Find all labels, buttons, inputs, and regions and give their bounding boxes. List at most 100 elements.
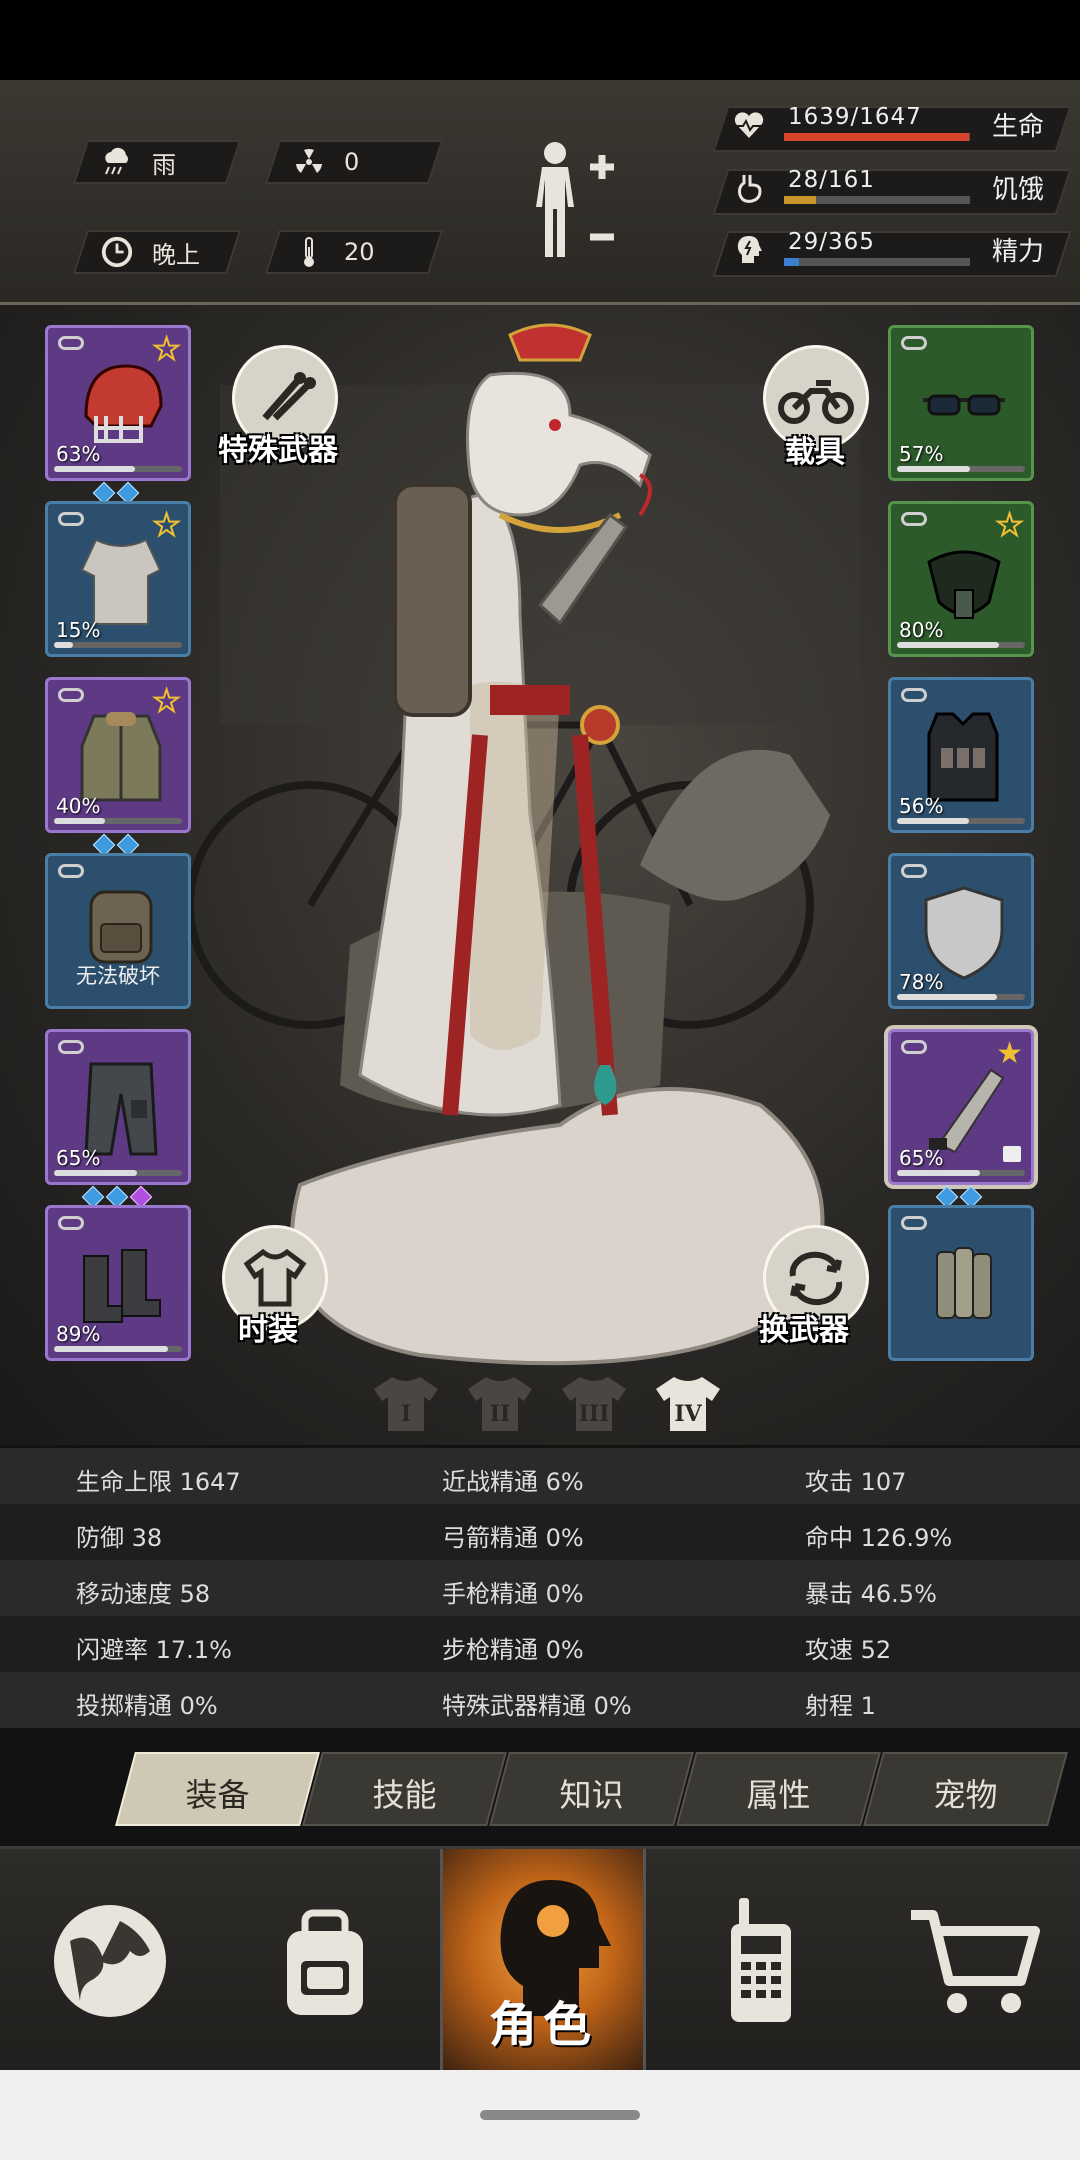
outfit-label: 时装 bbox=[238, 1313, 298, 1348]
special-weapon-label: 特殊武器 bbox=[218, 433, 338, 468]
temperature-value: 20 bbox=[344, 238, 375, 266]
shirt-icon bbox=[76, 532, 166, 628]
vest-icon bbox=[919, 708, 1009, 804]
nav-character[interactable]: 角色 bbox=[440, 1849, 646, 2073]
character-scene: ★ 63% ★ 15% ★ 40% 无法破坏 65% 89% 57% ★ 80% 56% 78% ★ 65%… bbox=[0, 305, 1080, 1445]
energy-value: 29/365 bbox=[788, 229, 875, 255]
thermometer-icon bbox=[292, 235, 326, 269]
special-weapon-button[interactable]: 特殊武器 bbox=[218, 345, 338, 468]
outfit-tab-III[interactable]: III bbox=[558, 1373, 630, 1435]
stats-row: 移动速度 58 手枪精通 0% 暴击 46.5% bbox=[0, 1560, 1080, 1616]
stat-cell: 生命上限 1647 bbox=[76, 1468, 241, 1496]
stat-cell: 防御 38 bbox=[76, 1524, 163, 1552]
stats-row: 防御 38 弓箭精通 0% 命中 126.9% bbox=[0, 1504, 1080, 1560]
radiation-icon bbox=[292, 145, 326, 179]
weather-label: 雨 bbox=[152, 150, 176, 179]
goggles-icon bbox=[919, 356, 1009, 452]
indestructible-label: 无法破坏 bbox=[76, 964, 160, 988]
stat-cell: 弓箭精通 0% bbox=[442, 1524, 584, 1552]
equip-slot-helmet[interactable]: ★ 63% bbox=[45, 325, 191, 481]
radiation-value: 0 bbox=[344, 148, 360, 176]
subtab-label: 装备 bbox=[185, 1776, 250, 1814]
hunger-label: 饥饿 bbox=[992, 175, 1045, 205]
equip-slot-boots[interactable]: 89% bbox=[45, 1205, 191, 1361]
energy-bar bbox=[784, 258, 799, 266]
lock-icon bbox=[1003, 1146, 1021, 1162]
nav-shop[interactable] bbox=[875, 1849, 1075, 2073]
durability-text: 63% bbox=[56, 442, 101, 466]
durability-text: 65% bbox=[899, 1146, 944, 1170]
equip-slot-jacket[interactable]: ★ 40% bbox=[45, 677, 191, 833]
energy-stat: 29/365 精力 bbox=[712, 225, 1072, 277]
vehicle-button[interactable]: 载具 bbox=[763, 345, 869, 470]
swap-weapon-button[interactable]: 换武器 bbox=[759, 1225, 869, 1348]
durability-text: 78% bbox=[899, 970, 944, 994]
equip-slot-vest[interactable]: 56% bbox=[888, 677, 1034, 833]
equip-slot-backpack[interactable]: 无法破坏 bbox=[45, 853, 191, 1009]
subtab-3[interactable]: 属性 bbox=[676, 1752, 881, 1826]
equip-slot-shield[interactable]: 78% bbox=[888, 853, 1034, 1009]
health-stat: 1639/1647 生命 bbox=[712, 100, 1072, 152]
character-subtabs: 装备 技能 知识 属性 宠物 bbox=[110, 1752, 1070, 1826]
health-label: 生命 bbox=[992, 112, 1045, 142]
link-icon bbox=[58, 1216, 84, 1230]
equip-slot-machete[interactable]: ★ 65% bbox=[884, 1025, 1038, 1189]
link-icon bbox=[901, 1216, 927, 1230]
subtab-label: 宠物 bbox=[933, 1776, 998, 1814]
link-icon bbox=[58, 864, 84, 878]
link-icon bbox=[901, 688, 927, 702]
stat-cell: 攻击 107 bbox=[805, 1468, 907, 1496]
nav-character-label: 角色 bbox=[488, 1997, 597, 2053]
equip-slot-pants[interactable]: 65% bbox=[45, 1029, 191, 1185]
durability-bar bbox=[897, 818, 1025, 824]
link-icon bbox=[901, 336, 927, 350]
rain-cloud-icon bbox=[100, 145, 134, 179]
heart-icon bbox=[734, 112, 764, 138]
nav-world-map[interactable] bbox=[10, 1849, 210, 2073]
stat-cell: 命中 126.9% bbox=[805, 1524, 953, 1552]
equip-slot-shirt[interactable]: ★ 15% bbox=[45, 501, 191, 657]
outfit-tab-II[interactable]: II bbox=[464, 1373, 536, 1435]
durability-bar bbox=[54, 1170, 182, 1176]
jacket-icon bbox=[76, 708, 166, 804]
link-icon bbox=[901, 864, 927, 878]
equip-slot-gas-mask[interactable]: ★ 80% bbox=[888, 501, 1034, 657]
subtab-1[interactable]: 技能 bbox=[302, 1752, 507, 1826]
durability-text: 56% bbox=[899, 794, 944, 818]
nav-inventory[interactable] bbox=[225, 1849, 425, 2073]
energy-head-icon bbox=[737, 236, 762, 263]
system-status-bar bbox=[0, 0, 1080, 80]
link-icon bbox=[58, 1040, 84, 1054]
stats-row: 生命上限 1647 近战精通 6% 攻击 107 bbox=[0, 1448, 1080, 1504]
swap-weapon-label: 换武器 bbox=[759, 1313, 849, 1348]
body-status-button[interactable] bbox=[520, 135, 630, 275]
bottom-navigation: 角色 bbox=[0, 1846, 1080, 2073]
subtab-2[interactable]: 知识 bbox=[489, 1752, 694, 1826]
equip-slot-goggles[interactable]: 57% bbox=[888, 325, 1034, 481]
outfit-button[interactable]: 时装 bbox=[222, 1225, 328, 1348]
time-indicator: 晚上 bbox=[72, 230, 242, 274]
outfit-tab-I[interactable]: I bbox=[370, 1373, 442, 1435]
outfit-tab-IV[interactable]: IV bbox=[652, 1373, 724, 1435]
subtab-0[interactable]: 装备 bbox=[115, 1752, 320, 1826]
durability-text: 65% bbox=[56, 1146, 101, 1170]
nav-radio[interactable] bbox=[660, 1849, 860, 2073]
boots-icon bbox=[76, 1236, 166, 1332]
machete-icon bbox=[919, 1060, 1009, 1156]
equip-slot-explosive[interactable] bbox=[888, 1205, 1034, 1361]
radiation-indicator: 0 bbox=[264, 140, 444, 184]
stat-cell: 近战精通 6% bbox=[442, 1468, 584, 1496]
durability-bar bbox=[897, 466, 1025, 472]
link-icon bbox=[901, 512, 927, 526]
link-icon bbox=[58, 336, 84, 350]
stats-row: 闪避率 17.1% 步枪精通 0% 攻速 52 bbox=[0, 1616, 1080, 1672]
stat-cell: 移动速度 58 bbox=[76, 1580, 211, 1608]
stat-cell: 闪避率 17.1% bbox=[76, 1636, 232, 1664]
hunger-stat: 28/161 饥饿 bbox=[712, 163, 1072, 215]
home-indicator[interactable] bbox=[480, 2110, 640, 2120]
subtab-4[interactable]: 宠物 bbox=[863, 1752, 1068, 1826]
svg-text:III: III bbox=[579, 1401, 610, 1427]
subtab-label: 技能 bbox=[372, 1776, 437, 1814]
durability-bar bbox=[54, 818, 182, 824]
stat-cell: 射程 1 bbox=[805, 1692, 876, 1720]
